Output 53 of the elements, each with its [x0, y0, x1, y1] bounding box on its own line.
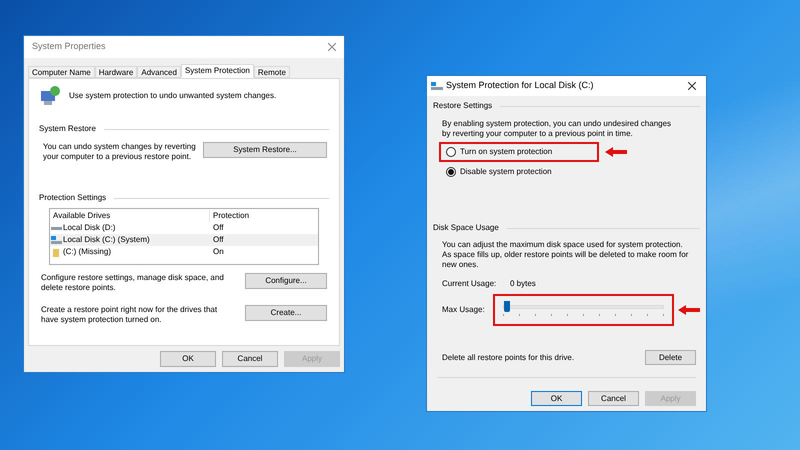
dialog-button[interactable]: Cancel — [588, 391, 639, 406]
tab[interactable]: Computer Name — [28, 66, 95, 78]
tab[interactable]: Hardware — [94, 66, 138, 78]
drive-row[interactable]: (C:) (Missing) On — [50, 246, 318, 258]
protection-status: Off — [212, 222, 224, 234]
group-heading: Disk Space Usage — [433, 222, 499, 234]
description-text: You can adjust the maximum disk space used for system protection. As space fills up, older restore points will be deleted to make room for new ones. — [441, 240, 690, 270]
arrow-icon — [678, 305, 700, 315]
delete-button[interactable]: Delete — [645, 350, 696, 365]
description-text: By enabling system protection, you can undo undesired changes by reverting your computer to a previous point in time. — [441, 119, 672, 139]
drive-icon — [51, 225, 62, 231]
configure-button[interactable]: Configure... — [245, 273, 327, 289]
description-text: You can undo system changes by reverting your computer to a previous restore point. — [43, 142, 197, 162]
column-header[interactable]: Protection — [210, 210, 250, 222]
intro-text: Use system protection to undo unwanted system changes. — [69, 90, 276, 102]
create-button[interactable]: Create... — [245, 305, 327, 321]
drive-name: Local Disk (C:) (System) — [63, 234, 150, 246]
protection-status: Off — [212, 234, 224, 246]
radio-label: Disable system protection — [460, 166, 552, 178]
protection-status: On — [212, 246, 224, 258]
drive-name: (C:) (Missing) — [63, 246, 111, 258]
drive-icon — [51, 236, 62, 244]
arrow-icon — [605, 147, 627, 157]
field-label: Max Usage: — [442, 304, 486, 316]
window-title: System Protection for Local Disk (C:) — [446, 79, 594, 92]
description-text: Delete all restore points for this drive. — [442, 352, 574, 364]
drive-row[interactable]: Local Disk (D:) Off — [50, 222, 318, 234]
close-icon[interactable] — [688, 82, 696, 90]
group-heading: Restore Settings — [433, 100, 492, 112]
tab[interactable]: Remote — [254, 66, 290, 78]
tab[interactable]: System Protection — [180, 64, 254, 78]
dialog-button[interactable]: Cancel — [222, 351, 278, 367]
radio-button[interactable] — [446, 167, 456, 177]
slider-thumb[interactable] — [504, 300, 510, 312]
drive-name: Local Disk (D:) — [63, 222, 116, 234]
drive-icon — [431, 82, 443, 90]
column-header[interactable]: Available Drives — [50, 210, 210, 222]
radio-button[interactable] — [446, 147, 456, 157]
window-title: System Properties — [32, 40, 106, 54]
tab[interactable]: Advanced — [137, 66, 181, 78]
group-heading: System Restore — [39, 123, 96, 135]
system-restore-button[interactable]: System Restore... — [203, 142, 327, 158]
computer-shield-icon — [39, 85, 61, 107]
dialog-button[interactable]: OK — [160, 351, 216, 367]
description-text: Configure restore settings, manage disk space, and delete restore points. — [41, 273, 225, 293]
drive-row[interactable]: Local Disk (C:) (System) Off — [50, 234, 318, 246]
group-heading: Protection Settings — [39, 192, 106, 204]
radio-label: Turn on system protection — [460, 146, 552, 158]
folder-icon — [52, 248, 61, 256]
description-text: Create a restore point right now for the drives that have system protection turned on. — [41, 305, 218, 325]
field-label: Current Usage: — [442, 278, 498, 290]
usage-value: 0 bytes — [510, 278, 536, 290]
dialog-button[interactable]: OK — [531, 391, 582, 406]
